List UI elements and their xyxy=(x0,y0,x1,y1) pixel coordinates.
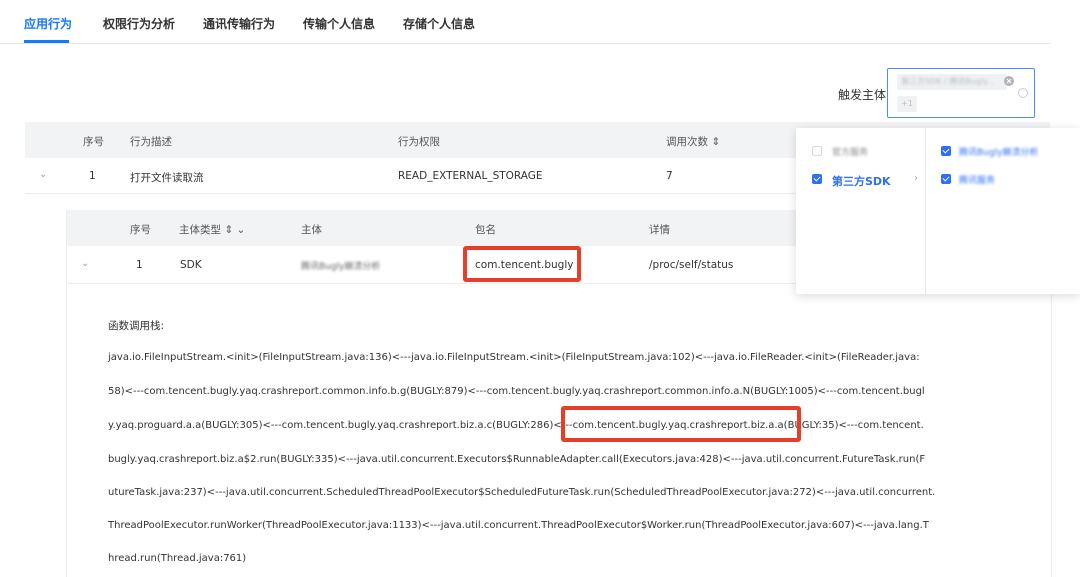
tab-permission-analysis[interactable]: 权限行为分析 xyxy=(103,15,175,32)
sub-th-subject: 主体 xyxy=(301,224,322,236)
tab-communication[interactable]: 通讯传输行为 xyxy=(203,15,275,32)
sub-row-detail: /proc/self/status xyxy=(649,259,734,271)
sub-th-subject-type[interactable]: 主体类型 ⇕ ⌄ xyxy=(179,222,245,237)
call-stack-line: ThreadPoolExecutor.runWorker(ThreadPoolE… xyxy=(108,520,929,531)
sub-row-subject: 腾讯Bugly崩溃分析 xyxy=(301,262,381,272)
sub-row-type: SDK xyxy=(180,259,202,271)
row-index: 1 xyxy=(89,170,96,182)
selected-tag-label: 第三方SDK / 腾讯Bugly... xyxy=(901,77,995,86)
tab-app-behavior[interactable]: 应用行为 xyxy=(24,15,72,32)
sub-row-index: 1 xyxy=(136,259,143,271)
trigger-subject-label: 触发主体 xyxy=(838,88,887,102)
cascader-level-1: 官方服务 第三方SDK › xyxy=(796,128,926,294)
chevron-down-icon[interactable]: ⌄ xyxy=(81,258,89,269)
tab-bar: 应用行为 权限行为分析 通讯传输行为 传输个人信息 存储个人信息 xyxy=(0,0,1050,44)
subject-cascader-dropdown: 官方服务 第三方SDK › 腾讯Bugly崩溃分析 腾讯服务 xyxy=(796,128,1080,294)
row-call-count: 7 xyxy=(666,170,673,182)
option-label: 腾讯服务 xyxy=(959,176,996,186)
trigger-subject-select[interactable]: 第三方SDK / 腾讯Bugly... +1 xyxy=(887,68,1035,118)
cascader-option-tencent-service[interactable]: 腾讯服务 xyxy=(941,172,1076,186)
option-label: 官方服务 xyxy=(832,148,869,158)
stack-highlight-box xyxy=(561,406,801,442)
row-behavior-desc: 打开文件读取流 xyxy=(130,172,204,184)
checkbox-icon[interactable] xyxy=(812,146,822,156)
checkbox-checked-icon[interactable] xyxy=(812,174,822,184)
th-call-count[interactable]: 调用次数 ⇕ xyxy=(666,134,720,149)
cascader-option-official[interactable]: 官方服务 xyxy=(812,144,922,158)
tab-store-personal-info[interactable]: 存储个人信息 xyxy=(403,15,475,32)
clear-tag-icon[interactable] xyxy=(1004,76,1014,86)
call-stack-line: java.io.FileInputStream.<init>(FileInput… xyxy=(108,352,920,363)
selected-tag: 第三方SDK / 腾讯Bugly... xyxy=(897,74,1007,90)
select-circle-icon xyxy=(1018,88,1028,98)
chevron-down-icon[interactable]: ⌄ xyxy=(39,169,47,180)
cascader-option-bugly[interactable]: 腾讯Bugly崩溃分析 xyxy=(941,144,1076,158)
sub-th-package: 包名 xyxy=(475,224,496,236)
row-permission: READ_EXTERNAL_STORAGE xyxy=(398,170,543,182)
call-stack-line: utureTask.java:237)<---java.util.concurr… xyxy=(108,487,936,498)
more-tag: +1 xyxy=(897,96,917,112)
call-stack-line: hread.run(Thread.java:761) xyxy=(108,553,247,564)
chevron-right-icon: › xyxy=(914,173,918,184)
active-tab-indicator xyxy=(24,40,69,43)
tab-transfer-personal-info[interactable]: 传输个人信息 xyxy=(303,15,375,32)
sub-th-detail: 详情 xyxy=(649,224,670,236)
sub-th-index: 序号 xyxy=(130,224,151,236)
th-behavior-desc: 行为描述 xyxy=(130,136,172,148)
checkbox-checked-icon[interactable] xyxy=(941,174,951,184)
call-stack-line: bugly.yaq.crashreport.biz.a$2.run(BUGLY:… xyxy=(108,454,926,465)
checkbox-checked-icon[interactable] xyxy=(941,146,951,156)
option-label: 第三方SDK xyxy=(832,175,891,188)
call-stack-line: y.yaq.proguard.a.a(BUGLY:305)<---com.ten… xyxy=(108,420,924,431)
option-label: 腾讯Bugly崩溃分析 xyxy=(959,148,1039,158)
call-stack-line: 58)<---com.tencent.bugly.yaq.crashreport… xyxy=(108,386,925,397)
cascader-option-third-party-sdk[interactable]: 第三方SDK › xyxy=(812,172,922,188)
package-highlight-box xyxy=(463,246,581,282)
th-behavior-permission: 行为权限 xyxy=(398,136,440,148)
call-stack-label: 函数调用栈: xyxy=(108,320,165,332)
th-index: 序号 xyxy=(83,136,104,148)
